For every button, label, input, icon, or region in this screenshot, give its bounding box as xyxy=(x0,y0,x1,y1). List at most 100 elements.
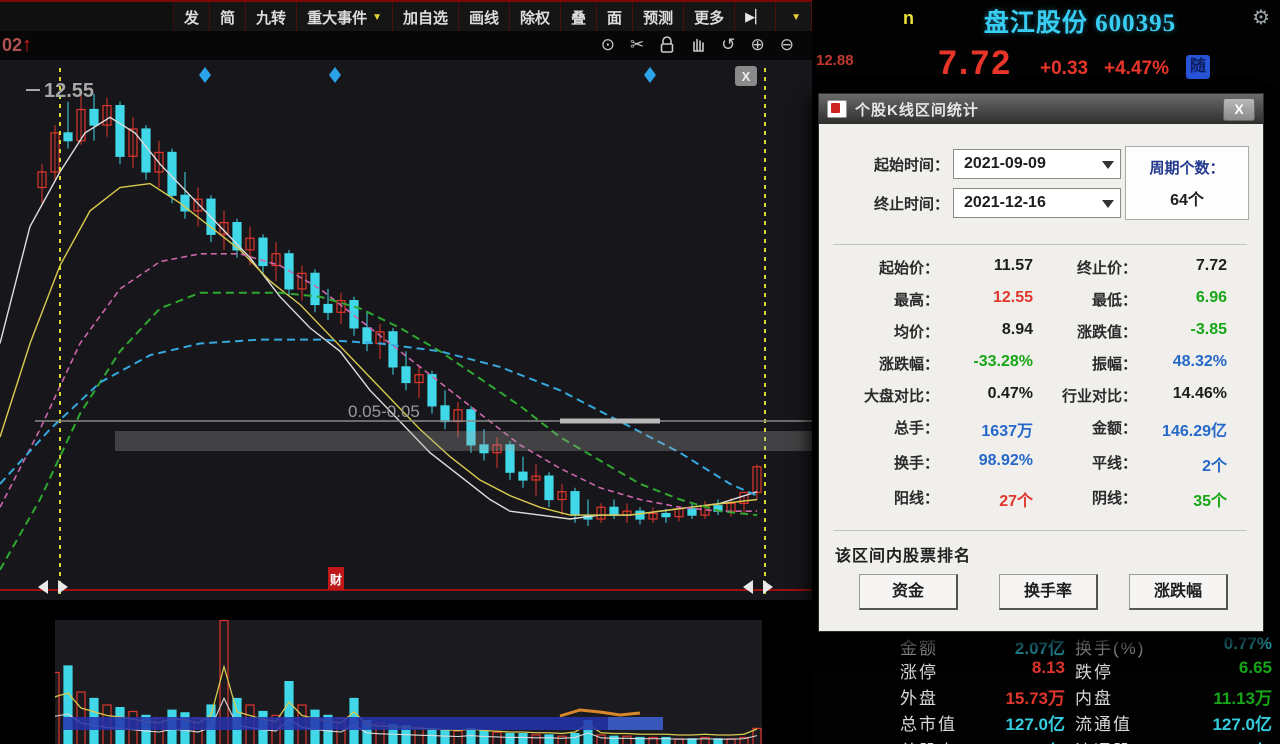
trading-app-window: 发 简 九转 重大事件 ▼ 加自选 画线 除权 叠 面 预测 更多 ▶▏ ▼ 0… xyxy=(0,0,1280,744)
stat-label: 阴线： xyxy=(1033,487,1137,511)
stat-label: 最低： xyxy=(1033,289,1137,310)
toolbar-item-exright[interactable]: 除权 xyxy=(510,2,561,32)
toolbar-item-major-events[interactable]: 重大事件 ▼ xyxy=(297,2,393,32)
toolbar-item-more[interactable]: 更多 xyxy=(684,2,735,32)
candle-body xyxy=(662,514,670,517)
chart-close-x: X xyxy=(742,69,751,84)
stat-label: 振幅： xyxy=(1033,353,1137,374)
scissors-icon[interactable]: ✂ xyxy=(630,33,644,57)
gear-icon[interactable]: ⚙ xyxy=(1252,5,1270,30)
ma10-line xyxy=(0,184,757,515)
rank-by-funds-button[interactable]: 资金 xyxy=(859,574,958,610)
stat-value: 7.72 xyxy=(1137,257,1227,278)
stat-value: 14.46% xyxy=(1137,385,1227,406)
volume-bar xyxy=(55,673,59,744)
quote-row-lots: 外盘 15.73万 内盘 11.13万 xyxy=(812,684,1280,709)
stat-label: 金额： xyxy=(1033,417,1137,441)
zoom-in-icon[interactable]: ⊕ xyxy=(751,33,765,57)
stat-label: 涨跌幅： xyxy=(827,353,939,374)
follow-badge[interactable]: 随 xyxy=(1186,55,1210,79)
quote-row-marketcap: 总市值 127.0亿 流通值 127.0亿 xyxy=(812,710,1280,735)
candle-body xyxy=(90,110,98,126)
price-change-percent: +4.47% xyxy=(1104,58,1169,80)
stat-label: 均价： xyxy=(827,321,939,342)
toolbar-item-fa[interactable]: 发 xyxy=(174,2,210,32)
zoom-out-icon[interactable]: ⊖ xyxy=(780,33,794,57)
kline-chart-panel[interactable]: 12.55 0.05-0.05 X 财 xyxy=(0,60,812,600)
start-date-label: 起始时间： xyxy=(837,154,949,175)
stat-label: 大盘对比： xyxy=(827,385,939,406)
diamond-marker-icon[interactable] xyxy=(199,67,211,83)
stat-value: 27个 xyxy=(939,487,1033,511)
undo-icon[interactable]: ↺ xyxy=(721,33,735,57)
stat-value: 146.29亿 xyxy=(1137,417,1227,441)
stat-value: 8.94 xyxy=(939,321,1033,342)
scroll-band[interactable] xyxy=(115,431,812,451)
stat-value: 0.47% xyxy=(939,385,1033,406)
toolbar-item-overlay[interactable]: 叠 xyxy=(561,2,597,32)
stat-label: 行业对比： xyxy=(1033,385,1137,406)
volume-bar xyxy=(519,734,527,744)
candle-body xyxy=(363,328,371,344)
toolbar-dropdown-icon[interactable]: ▼ xyxy=(776,2,812,32)
stat-value: 48.32% xyxy=(1137,353,1227,374)
toolbar-item-jiuzhuan[interactable]: 九转 xyxy=(246,2,297,32)
volume-panel[interactable] xyxy=(55,620,762,744)
candle-body xyxy=(545,476,553,499)
volume-bar xyxy=(532,735,540,744)
candle-body xyxy=(116,106,124,157)
toolbar-item-screen[interactable]: 面 xyxy=(597,2,633,32)
left-range-handle[interactable] xyxy=(38,580,68,594)
hand-icon[interactable] xyxy=(690,36,706,54)
toolbar-item-draw-line[interactable]: 画线 xyxy=(459,2,510,32)
quote-row-limit: 涨停 8.13 跌停 6.65 xyxy=(812,658,1280,683)
price-axis-top-label: 12.88 xyxy=(816,52,854,69)
candle-body xyxy=(402,367,410,383)
divider xyxy=(833,244,1247,245)
divider xyxy=(833,530,1247,531)
quote-row-amount: 金额 2.07亿 换手(%) 0.77% xyxy=(812,634,1280,659)
price-change: +0.33 xyxy=(1040,58,1088,80)
high-annotation-label: 12.55 xyxy=(44,80,94,102)
dialog-titlebar[interactable]: 个股K线区间统计 X xyxy=(819,94,1263,124)
stat-value: 11.57 xyxy=(939,257,1033,278)
float-value-label: 0.05-0.05 xyxy=(348,402,420,421)
candle-body xyxy=(441,406,449,422)
right-range-handle[interactable] xyxy=(743,580,773,594)
next-panel-arrow-icon[interactable]: ▶▏ xyxy=(735,2,776,32)
chart-sub-toolbar: 02↑ ⊙ ✂ ↺ ⊕ ⊖ xyxy=(0,31,812,60)
volume-bar xyxy=(454,731,462,744)
rank-by-turnover-button[interactable]: 换手率 xyxy=(999,574,1098,610)
stat-value: -33.28% xyxy=(939,353,1033,374)
toolbar-item-add-watchlist[interactable]: 加自选 xyxy=(393,2,459,32)
period-count-value: 64个 xyxy=(1126,186,1248,210)
toolbar-spacer xyxy=(0,2,174,32)
eye-icon[interactable]: ⊙ xyxy=(601,33,615,57)
kline-statistics-dialog: 个股K线区间统计 X 起始时间： 2021-09-09 终止时间： 2021-1… xyxy=(818,93,1264,632)
stat-label: 总手： xyxy=(827,417,939,441)
stat-label: 换手： xyxy=(827,452,939,476)
ma20-line xyxy=(0,254,757,511)
dialog-close-button[interactable]: X xyxy=(1223,98,1255,121)
volume-bar xyxy=(623,736,631,744)
lock-icon[interactable] xyxy=(659,36,675,54)
start-date-select[interactable]: 2021-09-09 xyxy=(953,149,1121,179)
diamond-marker-icon[interactable] xyxy=(644,67,656,83)
corner-price-indicator: 02↑ xyxy=(2,34,32,57)
toolbar-item-jian[interactable]: 简 xyxy=(210,2,246,32)
stock-title[interactable]: 盘江股份 600395 xyxy=(930,3,1230,39)
volume-bar xyxy=(285,682,293,744)
kline-chart[interactable]: 12.55 0.05-0.05 X 财 xyxy=(0,60,812,600)
stat-value: 12.55 xyxy=(939,289,1033,310)
stat-label: 平线： xyxy=(1033,452,1137,476)
toolbar-item-forecast[interactable]: 预测 xyxy=(633,2,684,32)
rank-by-change-button[interactable]: 涨跌幅 xyxy=(1129,574,1228,610)
dialog-app-icon xyxy=(827,100,847,118)
current-price: 7.72 xyxy=(938,44,1012,83)
diamond-marker-icon[interactable] xyxy=(329,67,341,83)
end-date-select[interactable]: 2021-12-16 xyxy=(953,188,1121,218)
statistics-grid: 起始价：11.57终止价：7.72最高：12.55最低：6.96均价：8.94涨… xyxy=(827,257,1227,511)
candle-body xyxy=(64,133,72,141)
chart-tool-icons: ⊙ ✂ ↺ ⊕ ⊖ xyxy=(601,33,794,57)
watermark-text: 财 xyxy=(329,572,342,587)
